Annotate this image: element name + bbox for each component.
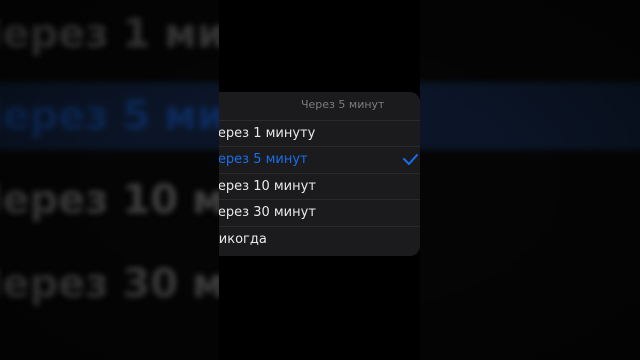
menu-item-label: Никогда [219,232,267,247]
video-frame: Через 1 минуту Через 5 минут Через 10 ми… [0,0,640,360]
video-column: Через 5 минут Через 1 минуту Через 5 мин… [219,0,420,360]
menu-item-label: Через 30 минут [219,205,316,220]
menu-item-5-minutes[interactable]: Через 5 минут [219,146,420,172]
menu-item-1-minute[interactable]: Через 1 минуту [219,120,420,146]
menu-item-10-minutes[interactable]: Через 10 минут [219,173,420,199]
checkmark-icon [403,154,418,165]
menu-item-label: Через 1 минуту [219,126,316,141]
menu-item-label: Через 10 минут [219,179,316,194]
menu-header-label: Через 5 минут [301,98,385,111]
menu-item-never[interactable]: Никогда [219,226,420,252]
auto-lock-menu: Через 5 минут Через 1 минуту Через 5 мин… [219,92,420,256]
menu-header: Через 5 минут [219,92,420,118]
menu-item-30-minutes[interactable]: Через 30 минут [219,199,420,225]
menu-item-label: Через 5 минут [219,152,308,167]
